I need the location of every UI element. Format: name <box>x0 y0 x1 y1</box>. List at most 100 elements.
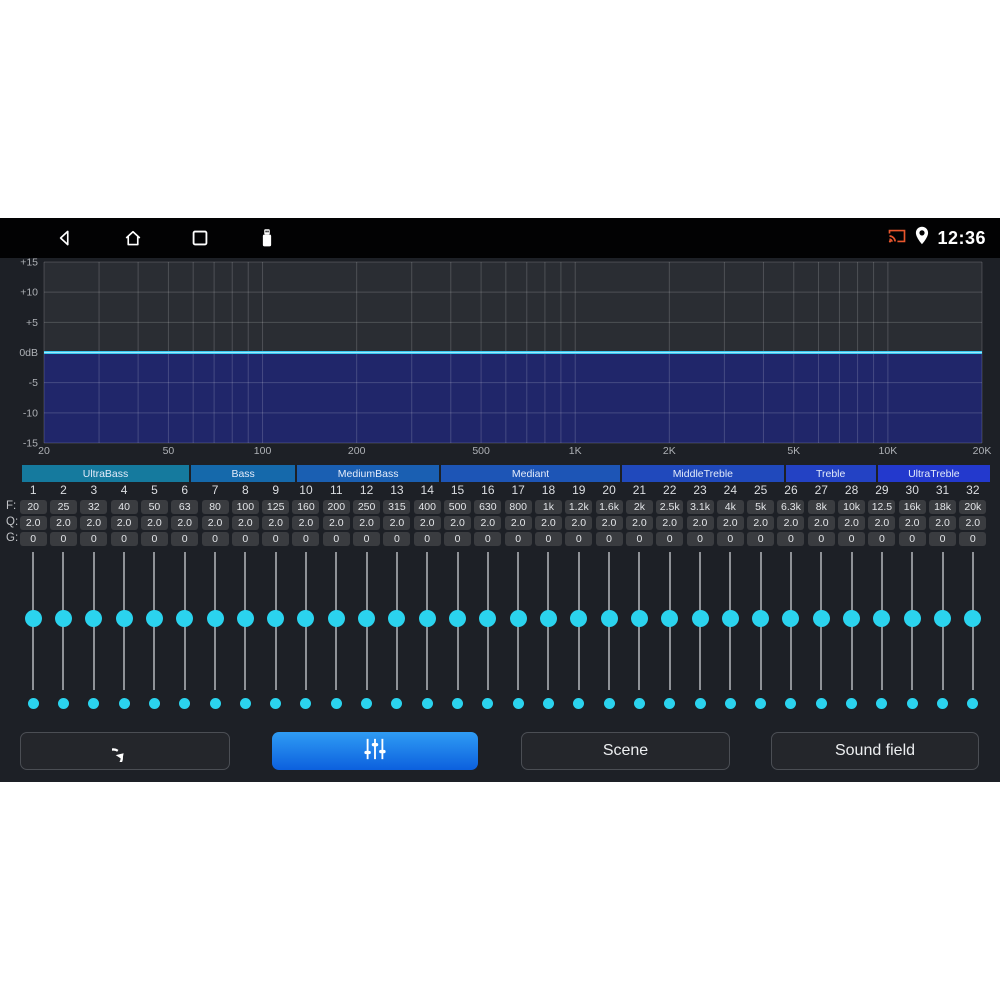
slider-dot[interactable] <box>573 698 585 709</box>
slider-knob[interactable] <box>358 610 376 627</box>
slider-knob[interactable] <box>24 610 42 627</box>
slider-knob[interactable] <box>661 610 679 627</box>
slider-dot[interactable] <box>148 698 160 709</box>
slider-dot-col[interactable] <box>958 698 988 709</box>
gain-slider[interactable] <box>442 552 472 690</box>
gain-slider[interactable] <box>564 552 594 690</box>
slider-dot-col[interactable] <box>412 698 442 709</box>
slider-dot[interactable] <box>724 698 736 709</box>
slider-dot-col[interactable] <box>351 698 381 709</box>
slider-knob[interactable] <box>934 610 952 627</box>
slider-dot[interactable] <box>239 698 251 709</box>
slider-dot[interactable] <box>118 698 130 709</box>
slider-knob[interactable] <box>176 610 194 627</box>
gain-slider[interactable] <box>139 552 169 690</box>
slider-dot-col[interactable] <box>200 698 230 709</box>
slider-dot[interactable] <box>815 698 827 709</box>
slider-knob[interactable] <box>449 610 467 627</box>
slider-knob[interactable] <box>873 610 891 627</box>
slider-dot-col[interactable] <box>442 698 472 709</box>
gain-slider[interactable] <box>624 552 654 690</box>
home-icon[interactable] <box>122 227 144 249</box>
slider-dot-col[interactable] <box>261 698 291 709</box>
gain-slider[interactable] <box>200 552 230 690</box>
slider-dot[interactable] <box>603 698 615 709</box>
slider-dot-col[interactable] <box>139 698 169 709</box>
slider-dot-col[interactable] <box>836 698 866 709</box>
gain-slider[interactable] <box>958 552 988 690</box>
slider-dot[interactable] <box>542 698 554 709</box>
slider-knob[interactable] <box>327 610 345 627</box>
slider-dot[interactable] <box>633 698 645 709</box>
slider-dot-col[interactable] <box>927 698 957 709</box>
slider-dot-col[interactable] <box>594 698 624 709</box>
reset-button[interactable] <box>20 732 230 770</box>
slider-knob[interactable] <box>630 610 648 627</box>
slider-knob[interactable] <box>236 610 254 627</box>
slider-dot-col[interactable] <box>503 698 533 709</box>
slider-dot[interactable] <box>846 698 858 709</box>
slider-dot[interactable] <box>88 698 100 709</box>
gain-slider[interactable] <box>351 552 381 690</box>
slider-dot[interactable] <box>421 698 433 709</box>
slider-knob[interactable] <box>297 610 315 627</box>
slider-knob[interactable] <box>903 610 921 627</box>
slider-dot[interactable] <box>361 698 373 709</box>
slider-dot[interactable] <box>57 698 69 709</box>
gain-slider[interactable] <box>261 552 291 690</box>
slider-dot[interactable] <box>27 698 39 709</box>
slider-knob[interactable] <box>539 610 557 627</box>
slider-dot[interactable] <box>482 698 494 709</box>
sound-field-button[interactable]: Sound field <box>771 732 979 770</box>
slider-dot-col[interactable] <box>564 698 594 709</box>
slider-dot-col[interactable] <box>170 698 200 709</box>
slider-dot[interactable] <box>270 698 282 709</box>
slider-knob[interactable] <box>388 610 406 627</box>
gain-slider[interactable] <box>685 552 715 690</box>
gain-slider[interactable] <box>48 552 78 690</box>
slider-dot[interactable] <box>876 698 888 709</box>
gain-slider[interactable] <box>594 552 624 690</box>
slider-dot[interactable] <box>452 698 464 709</box>
slider-knob[interactable] <box>206 610 224 627</box>
usb-drive-icon[interactable] <box>256 227 278 249</box>
gain-slider[interactable] <box>715 552 745 690</box>
slider-knob[interactable] <box>600 610 618 627</box>
slider-dot[interactable] <box>512 698 524 709</box>
gain-slider[interactable] <box>79 552 109 690</box>
gain-slider[interactable] <box>897 552 927 690</box>
slider-knob[interactable] <box>812 610 830 627</box>
back-icon[interactable] <box>54 227 76 249</box>
slider-dot[interactable] <box>209 698 221 709</box>
equalizer-button[interactable] <box>272 732 478 770</box>
slider-dot[interactable] <box>755 698 767 709</box>
gain-slider[interactable] <box>473 552 503 690</box>
slider-knob[interactable] <box>691 610 709 627</box>
slider-knob[interactable] <box>752 610 770 627</box>
slider-knob[interactable] <box>843 610 861 627</box>
gain-slider[interactable] <box>836 552 866 690</box>
slider-dot-col[interactable] <box>291 698 321 709</box>
slider-dot-col[interactable] <box>18 698 48 709</box>
gain-slider[interactable] <box>776 552 806 690</box>
gain-slider[interactable] <box>806 552 836 690</box>
slider-knob[interactable] <box>85 610 103 627</box>
recents-icon[interactable] <box>189 227 211 249</box>
gain-slider[interactable] <box>291 552 321 690</box>
slider-dot-col[interactable] <box>776 698 806 709</box>
slider-dot[interactable] <box>694 698 706 709</box>
gain-slider[interactable] <box>230 552 260 690</box>
slider-dot-col[interactable] <box>109 698 139 709</box>
slider-dot-col[interactable] <box>79 698 109 709</box>
slider-knob[interactable] <box>509 610 527 627</box>
gain-slider[interactable] <box>18 552 48 690</box>
gain-slider[interactable] <box>746 552 776 690</box>
slider-dot[interactable] <box>330 698 342 709</box>
slider-dot-col[interactable] <box>867 698 897 709</box>
slider-knob[interactable] <box>964 610 982 627</box>
slider-knob[interactable] <box>115 610 133 627</box>
slider-knob[interactable] <box>782 610 800 627</box>
slider-knob[interactable] <box>479 610 497 627</box>
gain-slider[interactable] <box>382 552 412 690</box>
slider-dot-col[interactable] <box>473 698 503 709</box>
